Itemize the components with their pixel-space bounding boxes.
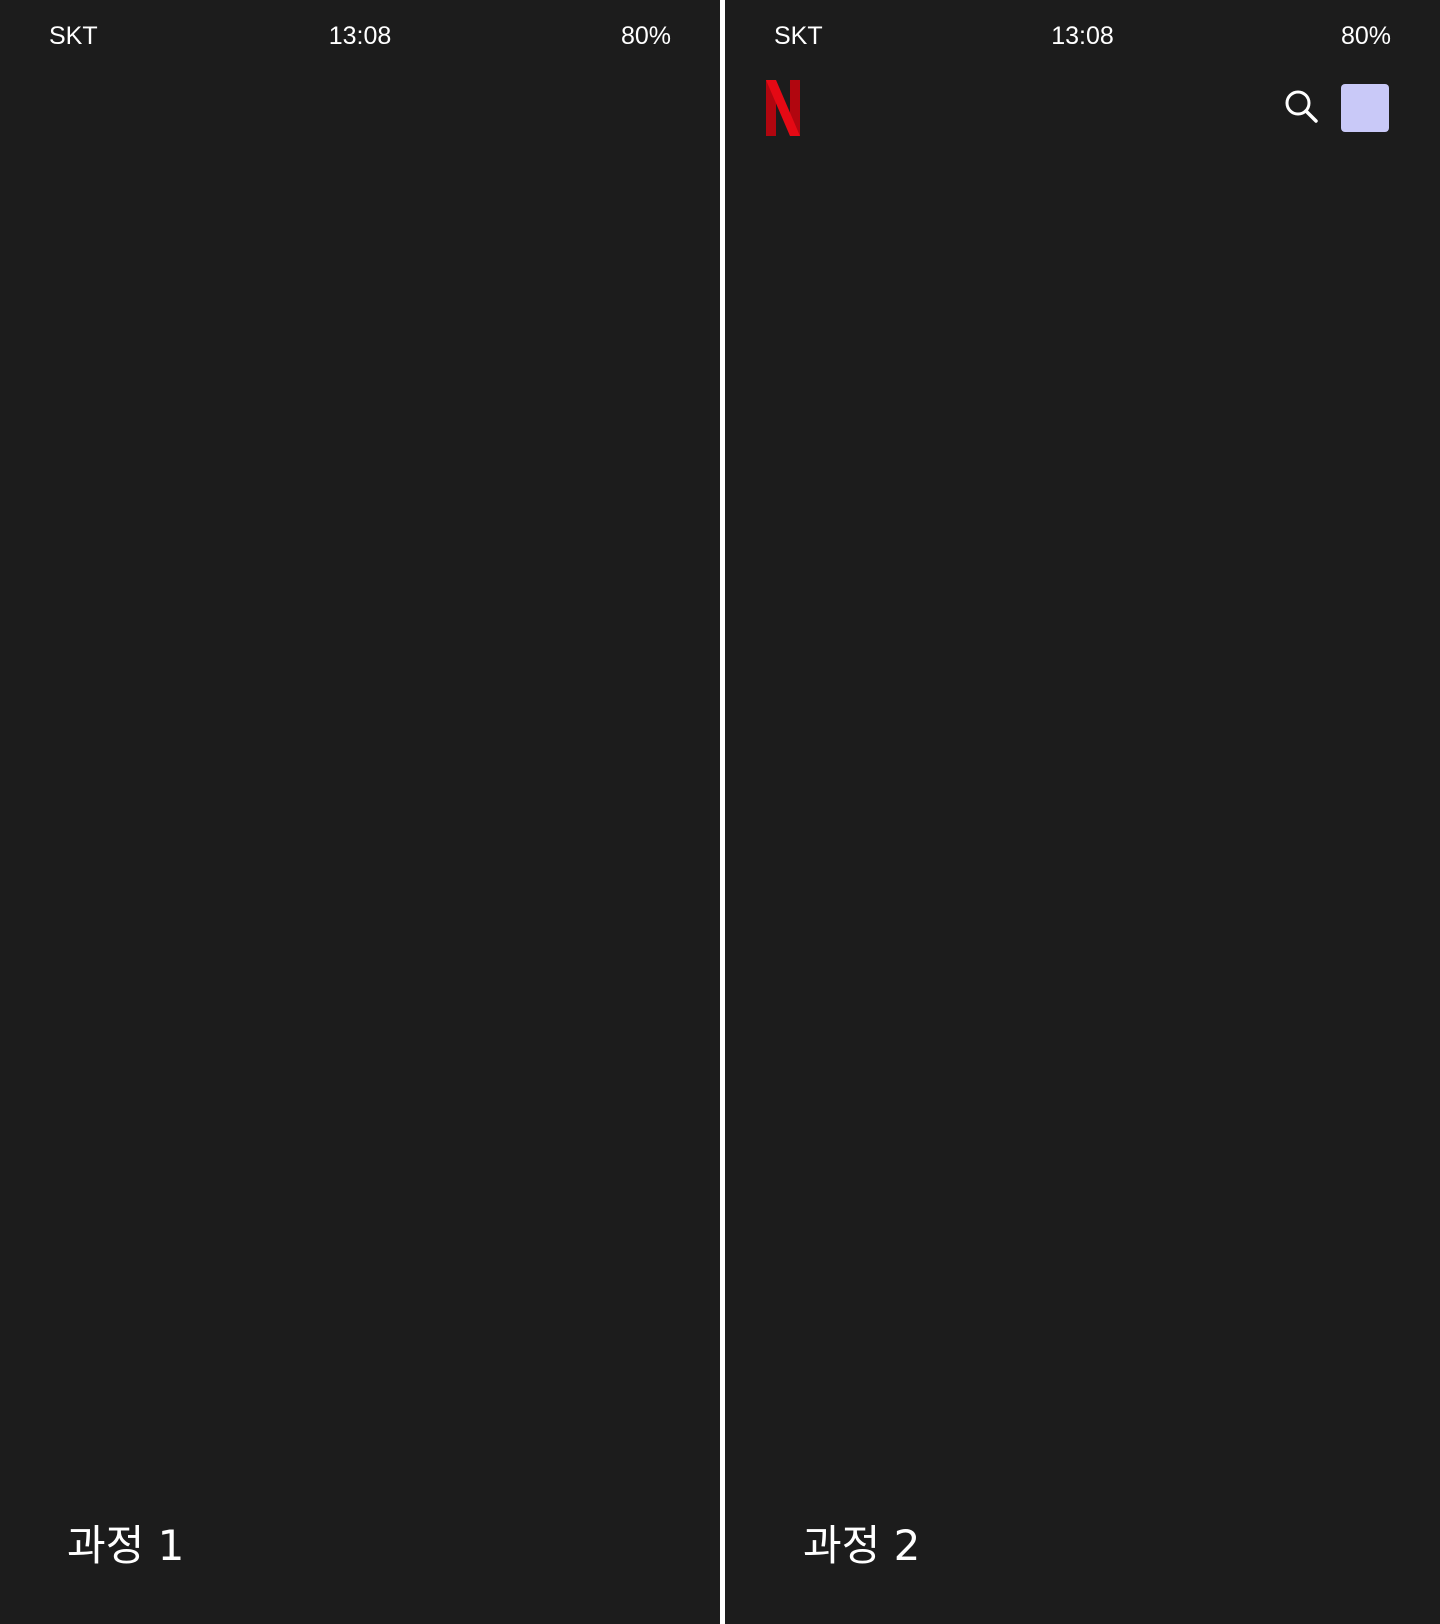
status-bar: SKT 13:08 80% xyxy=(0,18,720,54)
status-time: 13:08 xyxy=(328,22,392,50)
search-icon xyxy=(1285,90,1318,123)
step-label: 과정 1 xyxy=(67,1521,185,1570)
netflix-logo[interactable] xyxy=(766,80,800,136)
search-button[interactable] xyxy=(1282,87,1322,127)
status-time: 13:08 xyxy=(1051,22,1114,50)
profile-avatar[interactable] xyxy=(1341,84,1389,132)
status-bar: SKT 13:08 80% xyxy=(725,18,1440,54)
step-label: 과정 2 xyxy=(803,1521,921,1570)
status-battery: 80% xyxy=(1340,22,1391,50)
screen-step-2: SKT 13:08 80% 과정 2 xyxy=(725,0,1440,1624)
status-battery: 80% xyxy=(620,22,671,50)
app-header xyxy=(725,75,1440,145)
screen-step-1: SKT 13:08 80% 과정 1 xyxy=(0,0,720,1624)
